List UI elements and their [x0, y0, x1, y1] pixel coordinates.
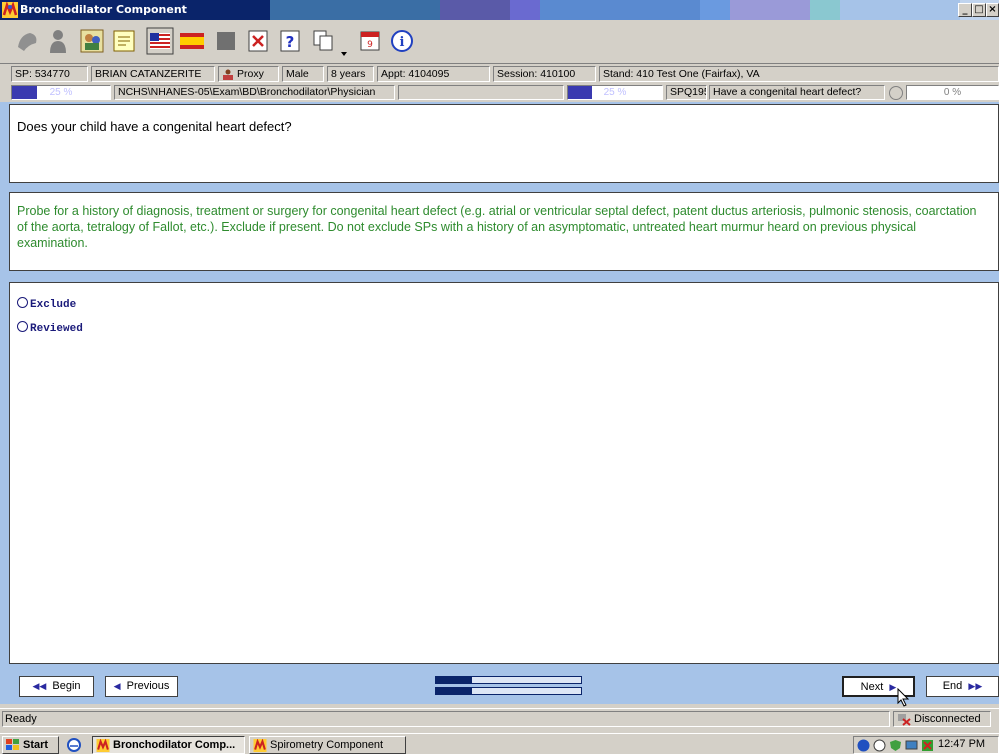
start-button[interactable]: Start	[2, 736, 59, 754]
scoop-icon[interactable]	[14, 27, 42, 55]
instruction-panel: Probe for a history of diagnosis, treatm…	[9, 192, 999, 271]
app-logo-icon	[2, 2, 18, 18]
task-bronchodilator[interactable]: Bronchodilator Comp...	[92, 736, 245, 754]
exclude-radio[interactable]	[17, 297, 28, 308]
reviewed-label[interactable]: Reviewed	[30, 323, 83, 335]
question-code: SPQ195	[666, 85, 707, 100]
person-icon[interactable]	[44, 27, 72, 55]
blank-field	[398, 85, 564, 100]
task-bronchodilator-label: Bronchodilator Comp...	[113, 739, 236, 751]
previous-button[interactable]: ◀ Previous	[105, 676, 178, 697]
prev-icon: ◀	[113, 681, 121, 691]
nav-progress-top	[435, 676, 582, 684]
participant-name: BRIAN CATANZERITE	[91, 66, 215, 82]
disconnected-icon	[898, 714, 911, 726]
proxy-field: Proxy	[218, 66, 279, 82]
minimize-button[interactable]: _	[958, 3, 972, 17]
begin-label: Begin	[52, 680, 81, 692]
svg-text:?: ?	[286, 33, 295, 51]
help-icon[interactable]: ?	[276, 27, 304, 55]
system-tray: 12:47 PM	[853, 736, 999, 754]
nav-progress-bottom	[435, 687, 582, 695]
people-icon[interactable]	[78, 27, 106, 55]
first-icon: ◀◀	[32, 681, 47, 691]
exclude-label[interactable]: Exclude	[30, 299, 76, 311]
next-label: Next	[860, 681, 884, 693]
end-label: End	[942, 680, 963, 692]
clock-tray-icon[interactable]	[873, 739, 886, 752]
app-logo-icon	[253, 739, 267, 752]
next-icon: ▶	[889, 682, 897, 692]
overall-progress: 0 %	[906, 85, 999, 100]
question-progress-label: 25 %	[603, 87, 627, 98]
title-bar: Bronchodilator Component _ □ ×	[0, 0, 999, 20]
spanish-flag-icon[interactable]	[178, 27, 206, 55]
task-spirometry[interactable]: Spirometry Component	[249, 736, 406, 754]
connection-tray-icon[interactable]	[921, 739, 934, 752]
section-progress: 25 %	[11, 85, 111, 100]
question-progress: 25 %	[567, 85, 663, 100]
proxy-icon	[223, 69, 233, 80]
task-spirometry-label: Spirometry Component	[270, 739, 384, 751]
end-button[interactable]: End ▶▶	[926, 676, 999, 697]
browser-icon[interactable]	[67, 738, 81, 752]
dropdown-arrow-icon[interactable]	[340, 50, 348, 58]
sp-id: SP: 534770	[11, 66, 88, 82]
stand-field: Stand: 410 Test One (Fairfax), VA	[599, 66, 999, 82]
path-field: NCHS\NHANES-05\Exam\BD\Bronchodilator\Ph…	[114, 85, 395, 100]
reviewed-radio[interactable]	[17, 321, 28, 332]
toolbar: ? 9 i	[0, 20, 999, 64]
proxy-label: Proxy	[237, 68, 264, 80]
windows-logo-icon	[6, 739, 19, 750]
network-icon[interactable]	[857, 739, 870, 752]
appt-field: Appt: 4104095	[377, 66, 490, 82]
option-exclude[interactable]: Exclude	[17, 297, 76, 311]
age-field: 8 years	[327, 66, 374, 82]
copy-icon[interactable]	[310, 27, 338, 55]
question-text: Does your child have a congenital heart …	[17, 119, 292, 134]
taskbar: Start Bronchodilator Comp... Spirometry …	[0, 733, 999, 754]
window-title: Bronchodilator Component	[20, 3, 187, 16]
connection-label: Disconnected	[914, 713, 981, 725]
status-indicator-icon	[889, 86, 903, 100]
calendar-icon[interactable]: 9	[356, 27, 384, 55]
section-progress-label: 25 %	[49, 87, 73, 98]
close-button[interactable]: ×	[986, 3, 999, 17]
notes-icon[interactable]	[110, 27, 138, 55]
clock: 12:47 PM	[938, 738, 986, 750]
begin-button[interactable]: ◀◀ Begin	[19, 676, 94, 697]
app-logo-icon	[96, 739, 110, 752]
svg-text:9: 9	[367, 40, 373, 50]
question-short: Have a congenital heart defect?	[709, 85, 885, 100]
overall-progress-label: 0 %	[943, 87, 962, 98]
status-text: Ready	[2, 711, 890, 727]
connection-status: Disconnected	[893, 711, 991, 727]
status-bar: Ready Disconnected	[0, 708, 999, 728]
nav-progress	[435, 676, 582, 696]
english-flag-icon[interactable]	[146, 27, 174, 55]
monitor-icon[interactable]	[905, 739, 918, 752]
question-panel: Does your child have a congenital heart …	[9, 104, 999, 183]
session-field: Session: 410100	[493, 66, 596, 82]
info-icon[interactable]: i	[388, 27, 416, 55]
cancel-icon[interactable]	[244, 27, 272, 55]
shield-icon[interactable]	[889, 739, 902, 752]
instruction-text: Probe for a history of diagnosis, treatm…	[17, 204, 977, 250]
last-icon: ▶▶	[968, 681, 983, 691]
gender-field: Male	[282, 66, 324, 82]
mouse-cursor-icon	[897, 688, 910, 707]
answers-panel: Exclude Reviewed	[9, 282, 999, 664]
svg-text:i: i	[400, 35, 405, 50]
option-reviewed[interactable]: Reviewed	[17, 321, 83, 335]
previous-label: Previous	[126, 680, 170, 692]
maximize-button[interactable]: □	[972, 3, 986, 17]
stop-icon[interactable]	[212, 27, 240, 55]
start-label: Start	[23, 739, 49, 751]
